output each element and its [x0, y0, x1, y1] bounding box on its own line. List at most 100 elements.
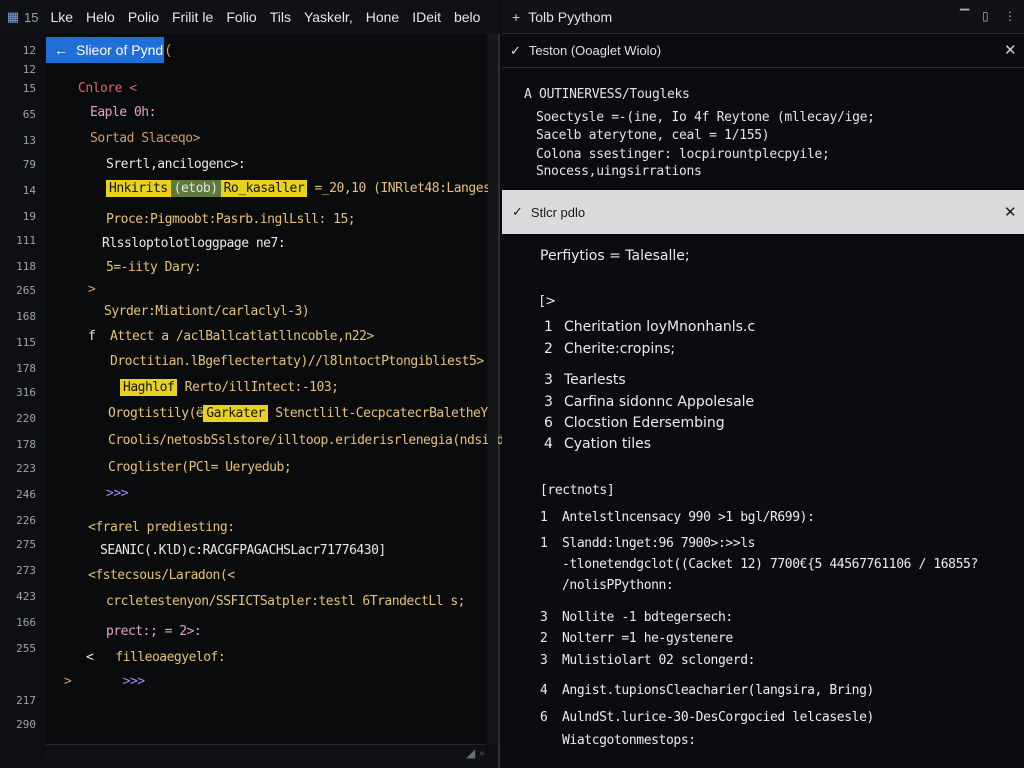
chevron-icon[interactable]: ✓ — [510, 43, 521, 59]
line-number: 178 — [16, 438, 36, 451]
list-item-continuation: Wiatcgotonmestops: — [562, 733, 696, 748]
line-number: 115 — [16, 336, 36, 349]
list-item-continuation: /nolisPPythonn: — [562, 578, 674, 593]
menu-item-10[interactable]: IDeit — [412, 9, 441, 25]
tab-suffix: ( — [166, 41, 171, 57]
menu-item-9[interactable]: Hone — [366, 9, 399, 25]
code-line: Eaple 0h: — [90, 105, 156, 120]
list-item: 1 Slandd:lnget:96 7900>:>>ls — [540, 536, 756, 551]
line-number: 118 — [16, 260, 36, 273]
menu-item-4[interactable]: Frilit — [172, 9, 198, 25]
menu-item-1[interactable]: Lke — [50, 9, 73, 25]
highlight-token: Haghlof — [120, 379, 178, 396]
menu-item-6[interactable]: Folio — [226, 9, 256, 25]
panel-section-2-title: Stlcr pdlo — [530, 204, 586, 220]
line-number: 265 — [16, 284, 36, 297]
code-text: > — [64, 674, 72, 689]
section-heading: A OUTINERVESS/Tougleks — [524, 87, 690, 102]
code-text: Rerto/illIntect:-103; — [184, 380, 339, 395]
code-text: filleoaegyelof: — [115, 650, 226, 665]
code-text: Stenctlilt-CecpcatecrBaletheY/ — [275, 406, 496, 421]
code-text: >>> — [122, 674, 145, 689]
code-line: f Attect a /aclBallcatlatllncoble,n22> — [88, 329, 374, 344]
line-number: 423 — [16, 590, 36, 603]
highlight-token: (etob) — [170, 180, 221, 197]
line-number: 12 — [22, 44, 36, 57]
list-item: 3 Tearlests — [544, 372, 626, 388]
code-line: prect:; = 2>: — [106, 624, 202, 639]
panel-section-2-header[interactable]: ✓ Stlcr pdlo — [502, 190, 1024, 234]
line-number: 226 — [16, 514, 36, 527]
editor-scrollbar[interactable] — [488, 34, 498, 744]
menu-item-3[interactable]: Polio — [128, 9, 159, 25]
list-item: 1 Antelstlncensacy 990 >1 bgl/R699): — [540, 510, 815, 525]
list-item: 6 Clocstion Edersembing — [544, 415, 725, 431]
code-line: Syrder:Miationt/carlaclyl-3) — [104, 304, 310, 319]
code-line: Croolis/netosbSslstore/illtoop.eriderisr… — [108, 433, 504, 448]
menu-item-7[interactable]: Tils — [270, 9, 291, 25]
panel-section-1-header[interactable]: ✓ Teston (Ooaglet Wiolo) — [502, 34, 1024, 68]
line-number-gutter: 12 12 15 65 13 79 14 19 111 118 265 168 … — [0, 34, 44, 748]
code-line: Cnlore < — [78, 81, 137, 96]
code-text: f — [88, 329, 96, 344]
bracket-marker: [> — [540, 294, 556, 309]
line-number: 246 — [16, 488, 36, 501]
code-line: Haghlof Rerto/illIntect:-103; — [120, 379, 339, 396]
line-number: 14 — [22, 184, 36, 197]
code-line: Orogtistily(ë Garkater Stenctlilt-Cecpcat… — [108, 405, 496, 422]
code-line: Droctitian.lBgeflectertaty)//l8lntoctPto… — [110, 354, 484, 369]
line-number: 15 — [22, 82, 36, 95]
line-number: 12 — [22, 63, 36, 76]
menu-item-2[interactable]: Helo — [86, 9, 115, 25]
more-icon[interactable]: ⋮ — [1004, 9, 1016, 23]
code-line: <frarel prediesting: — [88, 520, 235, 535]
code-line: > — [88, 282, 96, 297]
text-line: Sacelb aterytone, ceal = 1/155) — [536, 128, 770, 143]
line-number: 13 — [22, 134, 36, 147]
back-arrow-icon[interactable]: ← — [54, 42, 68, 58]
menu-item-5[interactable]: le — [202, 9, 213, 25]
highlight-token: Hnkirits — [106, 180, 171, 197]
minimize-icon[interactable]: ▔ — [960, 9, 969, 23]
editor-tab-active[interactable]: ← Slieor of Pynd — [46, 37, 164, 63]
code-line: 5=-iity Dary: — [106, 260, 202, 275]
chevron-icon[interactable]: ✓ — [512, 204, 523, 220]
line-number: 178 — [16, 362, 36, 375]
list-item: 2 Cherite:cropins; — [544, 341, 676, 357]
list-item: 3 Carfina sidonnc Appolesale — [544, 394, 755, 410]
code-text: =_20,10 (INRlet48:Langest — [314, 181, 499, 196]
app-grid-icon[interactable]: ▦ — [6, 9, 20, 25]
code-text: Attect a /aclBallcatlatllncoble,n22> — [109, 329, 374, 344]
close-icon[interactable]: ✕ — [1004, 203, 1017, 221]
menu-item-11[interactable]: belo — [454, 9, 480, 25]
close-icon[interactable]: ✕ — [1004, 41, 1017, 59]
list-item: 4 Cyation tiles — [544, 436, 652, 452]
code-line: <fstecsous/Laradon(< — [88, 568, 235, 583]
line-number: 65 — [22, 108, 36, 121]
list-item: 6 AulndSt.lurice-30-DesCorgocied lelcases… — [540, 710, 874, 725]
split-icon[interactable]: ▯ — [982, 9, 989, 23]
code-text: < — [86, 650, 94, 665]
list-item: 4 Angist.tupionsCleacharier(langsira, Bri… — [540, 683, 874, 698]
editor-status-bar — [46, 744, 486, 766]
code-line: > >>> — [64, 674, 145, 689]
menu-item-8[interactable]: Yaskelr, — [304, 9, 353, 25]
line-indicator: 15 — [24, 9, 39, 25]
text-line: Snocess,uingsirrations — [536, 164, 702, 179]
line-number: 220 — [16, 412, 36, 425]
line-number: 217 — [16, 694, 36, 707]
add-icon[interactable]: + — [512, 9, 520, 25]
line-number: 111 — [16, 234, 36, 247]
status-corner-icon: ▫ — [480, 746, 485, 760]
list-item: 3 Mulistiolart 02 sclongerd: — [540, 653, 756, 668]
code-line: Srertl,ancilogenc>: — [106, 157, 246, 172]
intro-line: Perfiytios = Talesalle; — [540, 248, 690, 264]
section-label: [rectnots] — [540, 483, 615, 498]
line-number: 275 — [16, 538, 36, 551]
code-line: < filleoaegyelof: — [86, 650, 226, 665]
editor-tab-label: Slieor of Pynd — [76, 42, 164, 58]
panel-section-1-title: Teston (Ooaglet Wiolo) — [528, 43, 662, 58]
code-line: crcletestenyon/SSFICTSatpler:testl 6Tran… — [106, 594, 466, 609]
code-text: Orogtistily(ë — [108, 406, 204, 421]
list-item: 1 Cheritation loyMnonhanls.c — [544, 319, 756, 335]
